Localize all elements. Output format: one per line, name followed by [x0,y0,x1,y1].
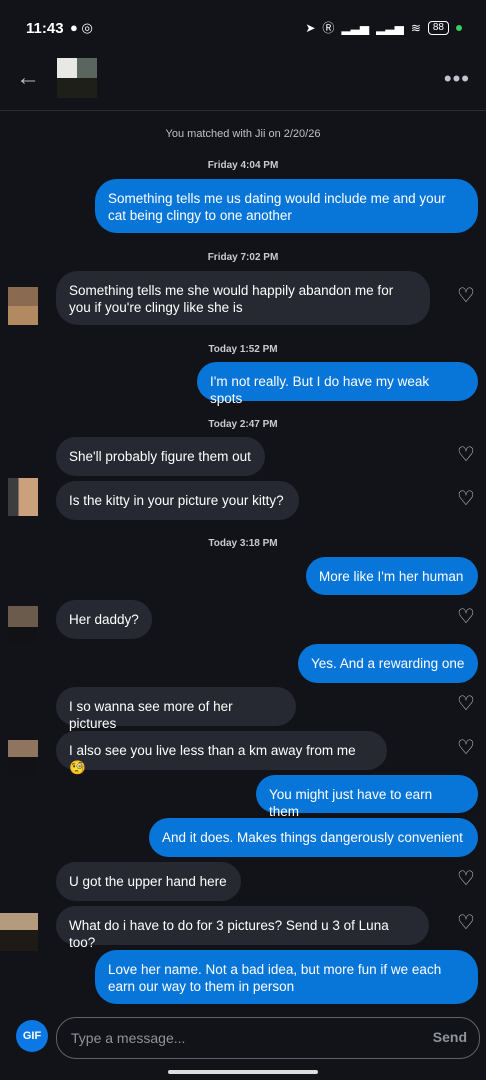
system-icons: ➤ Ⓡ ▂▃▅ ▂▃▅ ≋ 88 [305,19,462,36]
received-message[interactable]: What do i have to do for 3 pictures? Sen… [56,906,429,950]
heart-icon[interactable]: ♡ [457,694,477,714]
profile-avatar[interactable] [57,58,97,98]
battery-icon: 88 [427,20,449,35]
home-indicator[interactable] [168,1070,318,1074]
heart-icon[interactable]: ♡ [457,286,477,306]
privacy-dot-icon [456,24,462,31]
received-message[interactable]: She'll probably figure them out [56,437,265,476]
received-message[interactable]: Her daddy? [56,600,152,639]
timestamp: Friday 4:04 PM [207,160,279,171]
timestamp: Today 2:47 PM [208,419,278,430]
sent-message[interactable]: More like I'm her human [306,557,478,595]
match-notice: You matched with Jii on 2/20/26 [165,128,321,140]
heart-icon[interactable]: ♡ [457,607,477,627]
back-arrow-icon[interactable]: ← [16,64,40,92]
heart-icon[interactable]: ♡ [457,869,477,889]
signal-icon-2: ▂▃▅ [376,20,404,35]
received-message[interactable]: Is the kitty in your picture your kitty? [56,481,299,520]
timestamp: Today 3:18 PM [208,538,278,549]
clock: 11:43 [26,20,64,37]
more-options-icon[interactable]: ••• [444,66,470,92]
notification-icons: ● ◎ [70,20,93,35]
heart-icon[interactable]: ♡ [457,445,477,465]
gif-button[interactable]: GIF [16,1020,48,1052]
timestamp: Today 1:52 PM [208,344,278,355]
received-message[interactable]: I so wanna see more of her pictures [56,687,296,731]
sent-message[interactable]: Love her name. Not a bad idea, but more … [95,950,478,1004]
heart-icon[interactable]: ♡ [457,489,477,509]
message-composer: GIF Send [0,1012,486,1080]
send-button[interactable]: Send [433,1029,467,1045]
match-avatar[interactable] [8,740,38,778]
match-avatar[interactable] [8,287,38,325]
message-input-wrapper[interactable]: Send [56,1017,480,1059]
sent-message[interactable]: Something tells me us dating would inclu… [95,179,478,233]
heart-icon[interactable]: ♡ [457,913,477,933]
location-icon: ➤ [305,20,316,35]
match-avatar[interactable] [8,606,38,644]
message-input[interactable] [69,1029,373,1047]
signal-icon: ▂▃▅ [341,20,370,35]
wifi-icon: ≋ [410,20,421,35]
received-message[interactable]: I also see you live less than a km away … [56,731,387,775]
sent-message[interactable]: And it does. Makes things dangerously co… [149,818,478,857]
received-message[interactable]: Something tells me she would happily aba… [56,271,430,325]
sent-message[interactable]: Yes. And a rewarding one [298,644,478,683]
match-avatar[interactable] [8,478,38,516]
heart-icon[interactable]: ♡ [457,738,477,758]
status-bar: 11:43 ● ◎ ➤ Ⓡ ▂▃▅ ▂▃▅ ≋ 88 [0,0,486,58]
chat-header: ← ••• [0,58,486,111]
sent-message[interactable]: I'm not really. But I do have my weak sp… [197,362,478,406]
received-message[interactable]: U got the upper hand here [56,862,241,901]
timestamp: Friday 7:02 PM [207,252,279,263]
match-avatar[interactable] [0,913,38,951]
sent-message[interactable]: You might just have to earn them [256,775,478,819]
registered-icon: Ⓡ [322,21,335,35]
